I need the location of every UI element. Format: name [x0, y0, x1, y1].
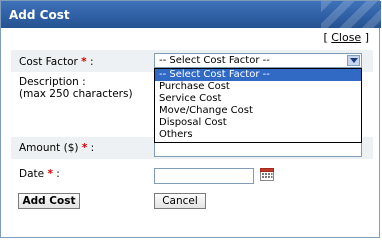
cancel-button[interactable]: Cancel	[154, 193, 206, 209]
date-required-marker: *	[47, 168, 53, 180]
cost-factor-option[interactable]: Move/Change Cost	[155, 105, 361, 117]
cost-factor-option[interactable]: Service Cost	[155, 93, 361, 105]
close-bracket-close: ]	[361, 31, 369, 44]
cost-factor-option[interactable]: -- Select Cost Factor --	[155, 69, 361, 81]
description-hint: (max 250 characters)	[19, 88, 133, 100]
title-bar-decoration	[321, 1, 381, 28]
date-label-text: Date	[19, 168, 45, 180]
date-input[interactable]	[154, 168, 254, 184]
cost-factor-label: Cost Factor * :	[19, 56, 94, 68]
chevron-down-icon[interactable]	[347, 55, 360, 66]
cost-factor-select[interactable]: -- Select Cost Factor --	[154, 53, 362, 68]
amount-required-marker: *	[81, 142, 88, 154]
cost-factor-selected-value: -- Select Cost Factor --	[159, 55, 270, 66]
amount-input[interactable]	[154, 142, 362, 157]
cost-factor-option[interactable]: Others	[155, 129, 361, 141]
amount-label: Amount ($) * :	[19, 142, 94, 154]
cost-factor-label-text: Cost Factor	[19, 56, 78, 68]
description-label: Description :	[19, 76, 86, 88]
cost-factor-option[interactable]: Disposal Cost	[155, 117, 361, 129]
description-label-group: Description : (max 250 characters)	[19, 76, 133, 100]
dialog-title: Add Cost	[9, 8, 70, 22]
close-link[interactable]: Close	[331, 31, 361, 44]
add-cost-dialog: Add Cost [ Close ] Cost Factor * : Descr…	[0, 0, 381, 238]
amount-colon: :	[90, 142, 95, 154]
close-link-container: [ Close ]	[323, 31, 369, 44]
cost-factor-dropdown-list: -- Select Cost Factor -- Purchase Cost S…	[154, 68, 362, 143]
add-cost-button[interactable]: Add Cost	[18, 193, 80, 209]
amount-label-text: Amount ($)	[19, 142, 79, 154]
cost-factor-required-marker: *	[81, 56, 87, 68]
date-colon: :	[56, 168, 60, 180]
calendar-icon[interactable]	[260, 167, 274, 181]
cost-factor-colon: :	[90, 56, 94, 68]
cost-factor-option[interactable]: Purchase Cost	[155, 81, 361, 93]
title-bar: Add Cost	[1, 1, 381, 28]
date-label: Date * :	[19, 168, 60, 180]
